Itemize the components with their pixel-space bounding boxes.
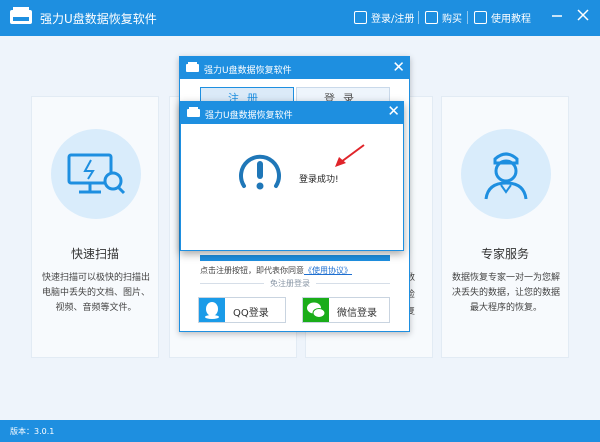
- qq-icon-box: [199, 298, 225, 322]
- quick-scan-desc: 快速扫描可以极快的扫描出电脑中丢失的文档、图片、视频、音频等文件。: [41, 273, 150, 313]
- info-icon: [474, 11, 487, 24]
- tutorial-link[interactable]: 使用教程: [474, 10, 531, 25]
- qq-login-button[interactable]: QQ登录: [198, 297, 286, 323]
- qq-login-label: QQ登录: [233, 308, 269, 319]
- usb-drive-logo-icon: [186, 62, 199, 72]
- minimize-button[interactable]: [548, 6, 566, 24]
- close-button[interactable]: [574, 6, 592, 24]
- user-login-icon: [354, 11, 367, 24]
- login-dialog-titlebar: 强力U盘数据恢复软件 ✕: [180, 57, 409, 79]
- login-success-dialog: 强力U盘数据恢复软件 ✕ 登录成功!: [180, 101, 404, 251]
- yen-icon: [425, 11, 438, 24]
- login-dialog-close-button[interactable]: ✕: [392, 58, 405, 76]
- wechat-icon-box: [303, 298, 329, 322]
- login-dialog-title: 强力U盘数据恢复软件: [204, 66, 292, 76]
- separator: [467, 11, 468, 24]
- buy-label: 购买: [442, 14, 462, 25]
- wechat-icon: [307, 302, 326, 318]
- version-label: 版本：3.0.1: [10, 427, 55, 436]
- agreement-label: 点击注册按钮，即代表你同意: [200, 266, 304, 275]
- usb-drive-logo-icon: [10, 7, 32, 24]
- close-icon: [577, 9, 589, 21]
- expert-service-title: 专家服务: [480, 247, 529, 261]
- agreement-text: 点击注册按钮，即代表你同意《使用协议》: [200, 265, 352, 276]
- expert-icon-circle: [461, 129, 551, 219]
- title-bar: 强力U盘数据恢复软件 登录/注册 购买 使用教程: [0, 0, 600, 36]
- login-register-label: 登录/注册: [371, 14, 415, 25]
- exclamation-icon: [239, 154, 281, 190]
- success-dialog-title: 强力U盘数据恢复软件: [205, 111, 293, 121]
- success-dialog-close-button[interactable]: ✕: [387, 102, 400, 120]
- terms-link[interactable]: 《使用协议》: [304, 266, 352, 275]
- status-bar: 版本：3.0.1: [0, 420, 600, 442]
- expert-avatar-icon: [484, 152, 528, 200]
- quick-scan-icon-circle: [51, 129, 141, 219]
- monitor-scan-icon: [67, 153, 126, 195]
- usb-drive-logo-icon: [187, 107, 200, 117]
- tutorial-label: 使用教程: [491, 14, 531, 25]
- quick-scan-card[interactable]: 快速扫描 快速扫描可以极快的扫描出电脑中丢失的文档、图片、视频、音频等文件。: [31, 96, 159, 358]
- minimize-icon: [552, 15, 562, 17]
- success-message: 登录成功!: [299, 175, 339, 185]
- wechat-login-label: 微信登录: [337, 308, 377, 319]
- buy-link[interactable]: 购买: [425, 10, 462, 25]
- login-register-link[interactable]: 登录/注册: [354, 10, 414, 25]
- quick-scan-title: 快速扫描: [70, 247, 119, 261]
- register-button[interactable]: [200, 255, 390, 261]
- qq-penguin-icon: [205, 302, 219, 319]
- expert-service-desc: 数据恢复专家一对一为您解决丢失的数据，让您的数据最大程序的恢复。: [451, 273, 560, 313]
- app-title: 强力U盘数据恢复软件: [40, 12, 157, 26]
- free-register-label: 免注册登录: [264, 278, 316, 289]
- red-arrow-icon: [335, 144, 365, 167]
- separator: [418, 11, 419, 24]
- success-dialog-titlebar: 强力U盘数据恢复软件 ✕: [181, 102, 403, 124]
- wechat-login-button[interactable]: 微信登录: [302, 297, 390, 323]
- expert-service-card[interactable]: 专家服务 数据恢复专家一对一为您解决丢失的数据，让您的数据最大程序的恢复。: [441, 96, 569, 358]
